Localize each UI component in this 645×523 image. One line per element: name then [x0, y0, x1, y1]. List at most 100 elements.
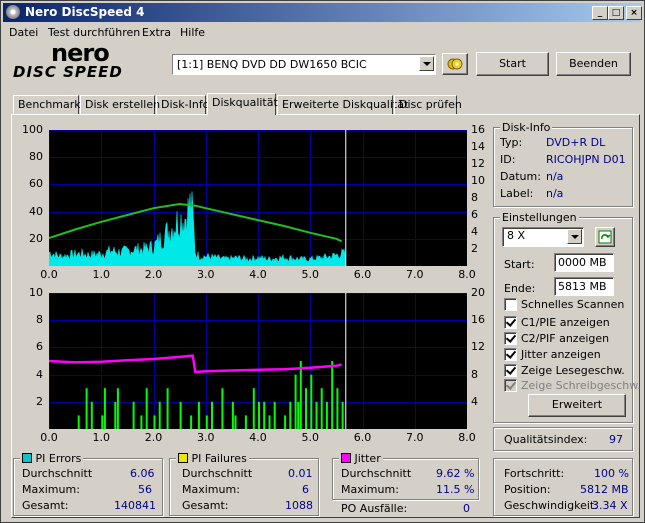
maximize-icon[interactable]: □ [608, 6, 624, 20]
pi-failure-bar [158, 401, 161, 429]
write-speed-checkbox [504, 379, 517, 392]
start-button[interactable]: Start [476, 52, 549, 76]
app-window: Nero DiscSpeed 4 _ □ × Datei Test durchf… [0, 0, 645, 523]
x-tick-label: 8.0 [458, 431, 476, 444]
drive-select[interactable]: [1:1] BENQ DVD DD DW1650 BCIC [172, 54, 436, 75]
jitter-title: Jitter [354, 452, 381, 465]
po-failures-value: 0 [463, 502, 470, 515]
tab-disk-erstellen[interactable]: Disk erstellen [80, 95, 160, 114]
jitter-avg-value: 9.62 % [436, 467, 475, 480]
speed-label: Geschwindigkeit: [504, 499, 598, 512]
pi-failure-bar [132, 401, 135, 429]
read-speed-series [49, 202, 343, 243]
read-speed-checkbox[interactable] [504, 364, 517, 377]
y-tick-label-right: 16 [471, 123, 485, 136]
minimize-icon[interactable]: _ [592, 6, 608, 20]
pi-failure-bar [103, 388, 106, 429]
close-icon[interactable]: × [626, 6, 642, 20]
drive-refresh-button[interactable] [442, 53, 468, 75]
y-tick-label-right: 16 [471, 313, 485, 327]
pi-errors-max-value: 56 [138, 483, 152, 496]
x-tick-label: 6.0 [353, 268, 372, 281]
jitter-swatch [341, 453, 351, 463]
pi-failure-bar [289, 401, 292, 429]
end-input[interactable]: 5813 MB [554, 277, 614, 296]
pi-failure-bar [244, 415, 247, 429]
x-tick-label: 7.0 [406, 431, 424, 444]
pi-failures-swatch [178, 453, 188, 463]
x-tick-label: 3.0 [197, 268, 215, 281]
pi-failure-bar [284, 415, 287, 429]
tab-diskqualitaet[interactable]: Diskqualität [207, 93, 278, 115]
x-tick-label: 1.0 [92, 431, 111, 444]
disk-date-value: n/a [546, 170, 564, 183]
tab-erweiterte-diskqualitaet[interactable]: Erweiterte Diskqualität [277, 95, 408, 114]
y-tick-label-right: 4 [471, 225, 478, 238]
drive-select-value: [1:1] BENQ DVD DD DW1650 BCIC [177, 58, 367, 71]
disc-refresh-icon [447, 58, 463, 70]
pi-errors-avg-label: Durchschnitt [22, 467, 93, 480]
advanced-button[interactable]: Erweitert [528, 394, 626, 417]
c2-pif-label: C2/PIF anzeigen [521, 332, 610, 345]
pi-failure-bar [77, 415, 80, 429]
jitter-title-wrap: Jitter [339, 452, 383, 465]
disk-type-label: Typ: [500, 136, 523, 149]
pi-failures-max-value: 6 [302, 483, 309, 496]
disk-type-value: DVD+R DL [546, 136, 606, 149]
pi-failure-bar [234, 415, 237, 429]
y-tick-label-left: 2 [36, 394, 43, 408]
y-tick-label-left: 60 [29, 177, 43, 191]
menu-test[interactable]: Test durchführen [48, 26, 140, 39]
c2-pif-checkbox[interactable] [504, 332, 517, 345]
y-tick-label-right: 8 [471, 191, 478, 204]
y-tick-label-right: 10 [471, 174, 485, 187]
exit-button[interactable]: Beenden [556, 52, 631, 76]
x-tick-label: 3.0 [197, 431, 215, 444]
start-input[interactable]: 0000 MB [554, 253, 614, 272]
tab-disc-pruefen[interactable]: Disc prüfen [394, 95, 462, 114]
tab-disk-info[interactable]: Disk-Info [156, 95, 209, 114]
pi-errors-total-label: Gesamt: [22, 499, 69, 512]
fast-scan-checkbox[interactable] [504, 298, 517, 311]
y-tick-label-right: 20 [471, 286, 485, 299]
jitter-checkbox[interactable] [504, 348, 517, 361]
jitter-max-label: Maximum: [341, 483, 399, 496]
pi-failure-bar [114, 401, 117, 429]
pi-failures-avg-label: Durchschnitt [182, 467, 253, 480]
chevron-down-icon[interactable] [567, 229, 582, 244]
quality-index-label: Qualitätsindex: [504, 433, 588, 446]
x-tick-label: 4.0 [249, 431, 267, 444]
chevron-down-icon[interactable] [419, 56, 434, 71]
speed-select[interactable]: 8 X [502, 227, 584, 247]
c1-pie-checkbox[interactable] [504, 316, 517, 329]
disk-label-label: Label: [500, 187, 534, 200]
tab-benchmark[interactable]: Benchmark [13, 95, 81, 114]
read-speed-label: Zeige Lesegeschw. [521, 364, 625, 377]
x-tick-label: 0.0 [40, 431, 58, 444]
pi-failures-group: PI Failures Durchschnitt 0.01 Maximum: 6… [169, 452, 319, 516]
speed-refresh-button[interactable] [595, 227, 615, 247]
pi-failure-bar [263, 401, 266, 429]
title-bar: Nero DiscSpeed 4 _ □ × [3, 3, 642, 22]
logo-discspeed: DISC SPEED [13, 63, 123, 81]
x-tick-label: 2.0 [144, 268, 163, 281]
pi-errors-chart [49, 130, 467, 266]
menu-datei[interactable]: Datei [9, 26, 38, 39]
y-tick-label-left: 8 [36, 313, 43, 327]
y-tick-label-right: 2 [471, 242, 478, 255]
quality-index-group: Qualitätsindex: 97 [493, 427, 633, 451]
pi-failure-bar [268, 415, 271, 429]
pi-failure-bar [297, 401, 300, 429]
y-tick-label-left: 6 [36, 340, 43, 354]
x-tick-label: 2.0 [144, 431, 163, 444]
y-tick-label-right: 14 [471, 140, 485, 153]
pi-failures-avg-value: 0.01 [288, 467, 313, 480]
menu-hilfe[interactable]: Hilfe [180, 26, 205, 39]
disk-label-value: n/a [546, 187, 564, 200]
pi-failure-bar [310, 374, 313, 429]
pi-errors-avg-value: 6.06 [130, 467, 155, 480]
menu-extra[interactable]: Extra [142, 26, 171, 39]
progress-label: Fortschritt: [504, 467, 565, 480]
pi-failure-bar [299, 361, 302, 429]
progress-group: Fortschritt: 100 % Position: 5812 MB Ges… [493, 458, 633, 516]
